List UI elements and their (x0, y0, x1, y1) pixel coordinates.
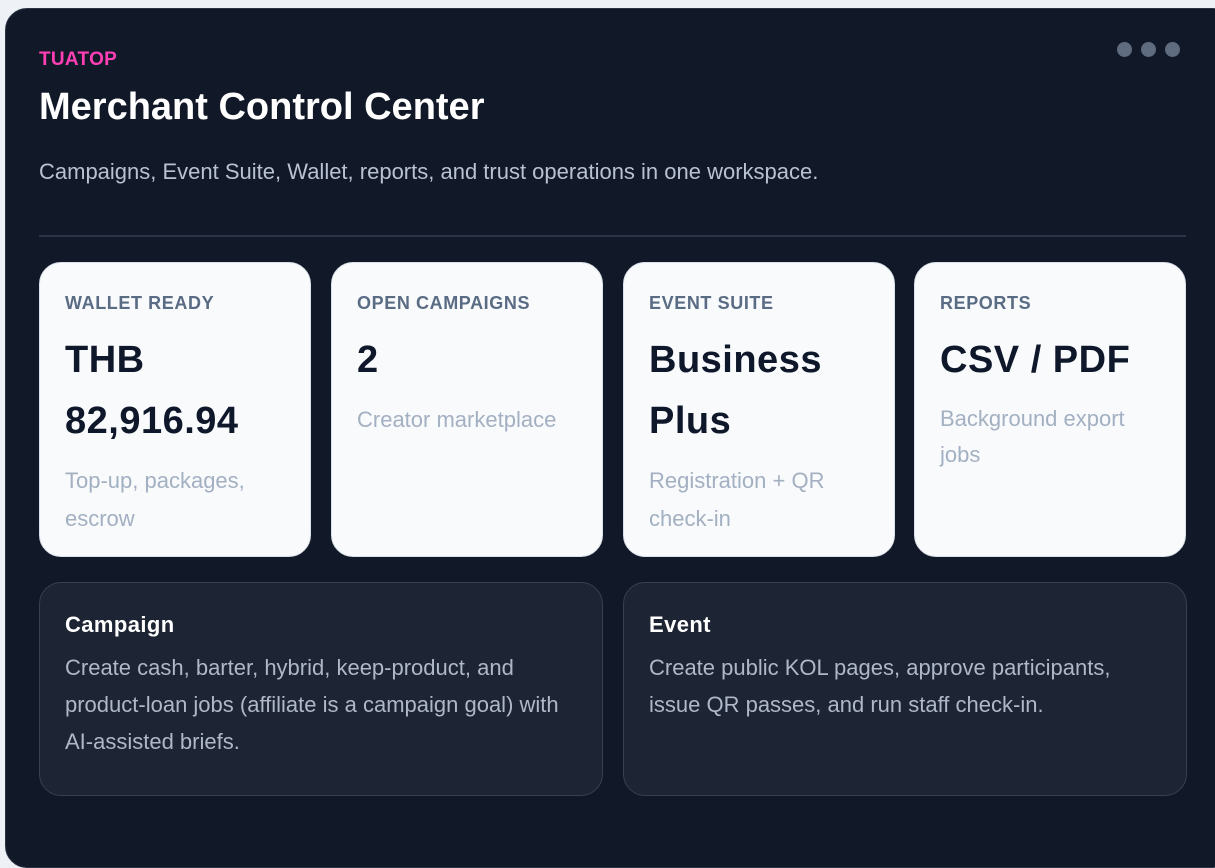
feature-card-campaign[interactable]: Campaign Create cash, barter, hybrid, ke… (39, 582, 603, 796)
stat-label: REPORTS (940, 293, 1032, 313)
stat-label: EVENT SUITE (649, 293, 774, 313)
stat-value: 2 (357, 339, 379, 381)
page-subtitle: Campaigns, Event Suite, Wallet, reports,… (39, 159, 819, 184)
more-dots-icon[interactable] (1117, 42, 1180, 57)
stat-value: CSV / PDF (940, 339, 1131, 381)
stat-card-wallet[interactable]: WALLET READY THB 82,916.94 Top-up, packa… (39, 262, 311, 557)
feature-card-event[interactable]: Event Create public KOL pages, approve p… (623, 582, 1187, 796)
menu-dot (1141, 42, 1156, 57)
stat-card-event-suite[interactable]: EVENT SUITE Business Plus Registration +… (623, 262, 895, 557)
brand-name: TUATOP (39, 49, 118, 70)
stat-note: Background export jobs (940, 406, 1125, 467)
stat-value: THB 82,916.94 (65, 339, 239, 442)
feature-title: Event (649, 612, 711, 637)
stat-label: WALLET READY (65, 293, 215, 313)
header-divider (39, 235, 1186, 237)
stat-label: OPEN CAMPAIGNS (357, 293, 531, 313)
menu-dot (1117, 42, 1132, 57)
stat-note: Top-up, packages, escrow (65, 468, 245, 531)
feature-description: Create public KOL pages, approve partici… (649, 655, 1111, 717)
merchant-control-panel: TUATOP Merchant Control Center Campaigns… (5, 8, 1215, 868)
stat-note: Registration + QR check-in (649, 468, 825, 531)
feature-title: Campaign (65, 612, 175, 637)
page-title: Merchant Control Center (39, 86, 485, 128)
stat-card-reports[interactable]: REPORTS CSV / PDF Background export jobs (914, 262, 1186, 557)
stat-value: Business Plus (649, 339, 822, 442)
menu-dot (1165, 42, 1180, 57)
stat-note: Creator marketplace (357, 407, 557, 432)
feature-description: Create cash, barter, hybrid, keep-produc… (65, 655, 559, 754)
stat-card-open-campaigns[interactable]: OPEN CAMPAIGNS 2 Creator marketplace (331, 262, 603, 557)
